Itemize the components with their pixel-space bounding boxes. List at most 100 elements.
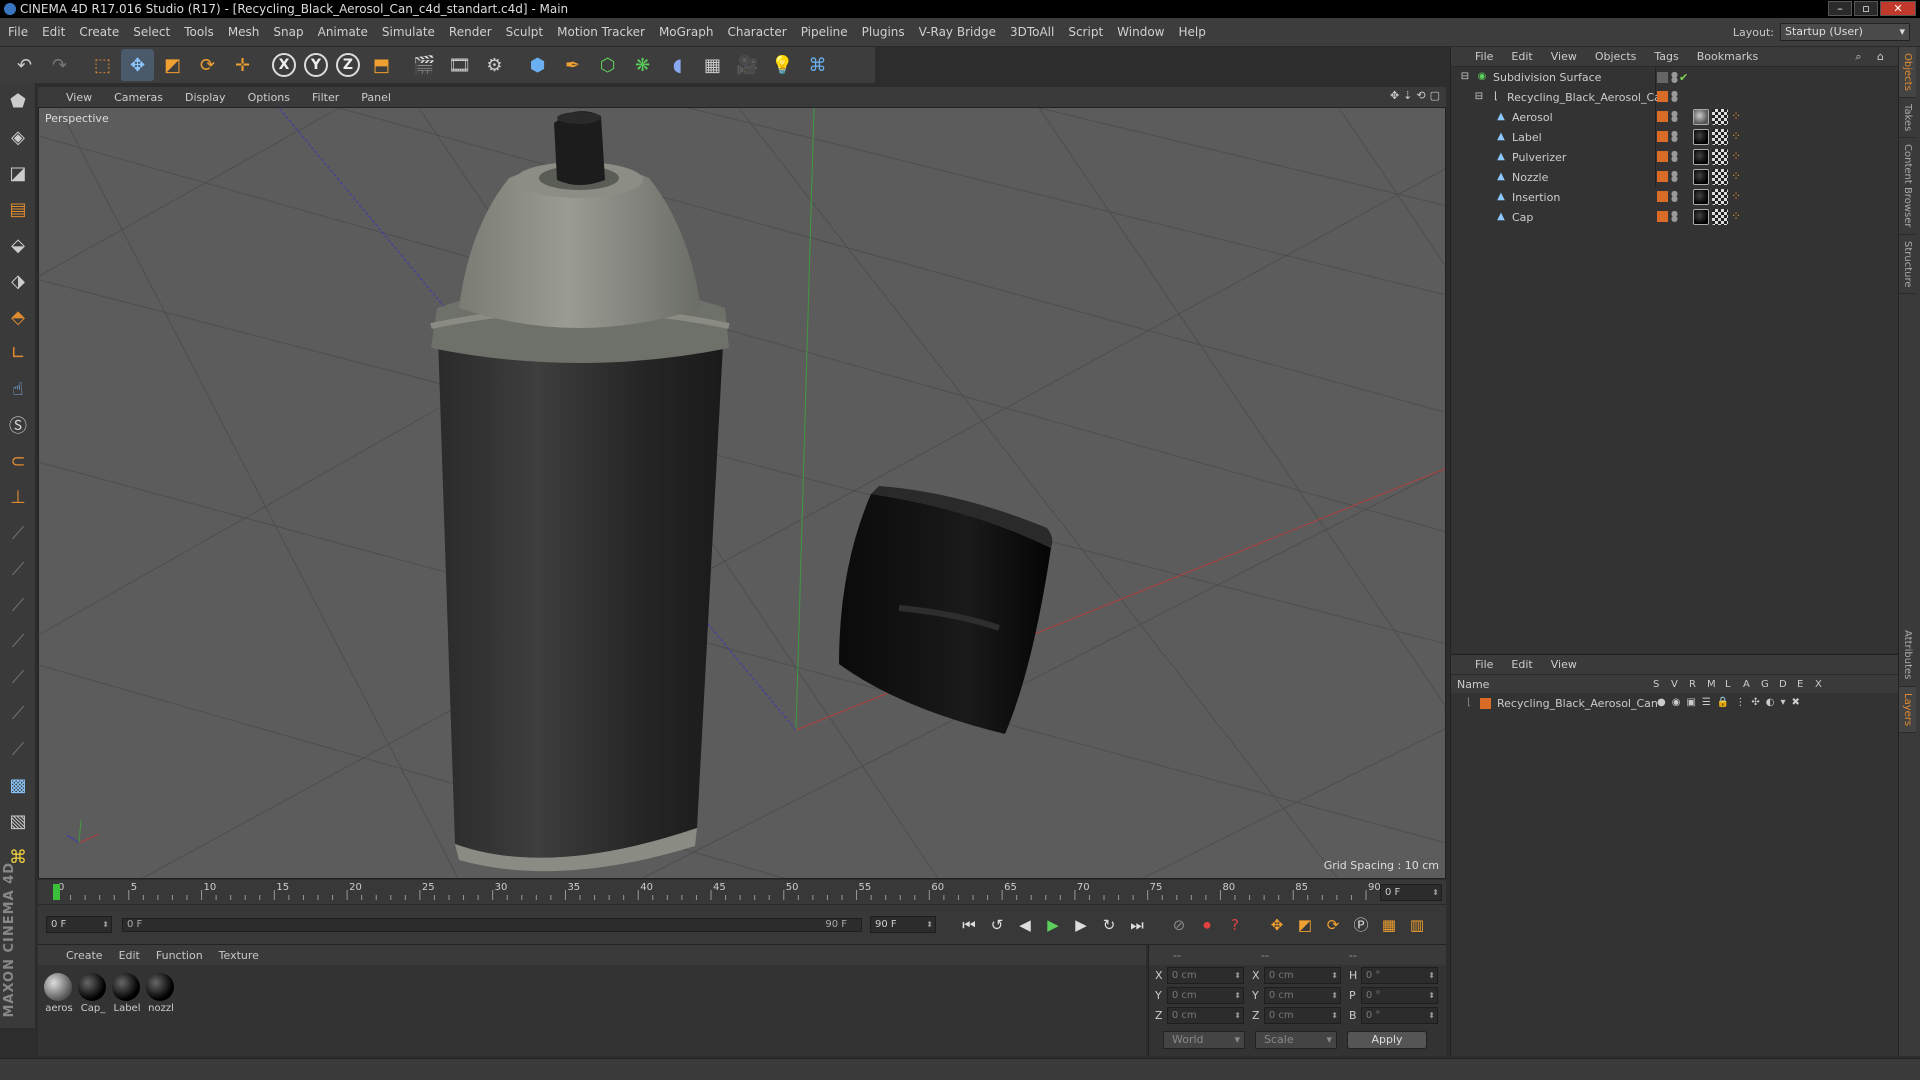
uvw-tag-icon[interactable] (1712, 209, 1728, 225)
tweak-mode-button[interactable]: ☝ (3, 374, 33, 404)
phong-tag-icon[interactable]: ⁘ (1731, 149, 1747, 165)
phong-tag-icon[interactable]: ⁘ (1731, 189, 1747, 205)
redo-button[interactable]: ↷ (43, 49, 76, 81)
render-picture-viewer-button[interactable]: 🎞 (443, 49, 476, 81)
sculpt-brush-4-button[interactable]: ⟋ (3, 626, 33, 656)
sculpt-brush-3-button[interactable]: ⟋ (3, 590, 33, 620)
minimize-button[interactable]: – (1828, 1, 1852, 16)
menu-render[interactable]: Render (449, 25, 492, 39)
sculpt-brush-2-button[interactable]: ⟋ (3, 554, 33, 584)
render-toggle-icon[interactable]: ▣ (1686, 697, 1695, 708)
record-parameter-button[interactable]: Ⓟ (1348, 912, 1374, 938)
visibility-dots-icon[interactable]: ● ● (1671, 90, 1678, 103)
material-tag-icon[interactable] (1693, 189, 1709, 205)
object-row-label[interactable]: ▲ Label ● ● ⁘ (1451, 127, 1898, 147)
go-to-end-button[interactable]: ⏭ (1124, 912, 1150, 938)
add-camera-button[interactable]: 🎥 (731, 49, 764, 81)
tab-content-browser[interactable]: Content Browser (1899, 138, 1916, 235)
layer-color-icon[interactable] (1657, 191, 1668, 202)
phong-tag-icon[interactable]: ⁘ (1731, 169, 1747, 185)
play-forward-button[interactable]: ▶ (1040, 912, 1066, 938)
viewport-menu-display[interactable]: Display (185, 91, 226, 104)
menu-simulate[interactable]: Simulate (382, 25, 435, 39)
layer-color-icon[interactable] (1657, 131, 1668, 142)
layers-menu-view[interactable]: View (1551, 658, 1577, 671)
size-y-field[interactable]: 0 cm (1263, 986, 1341, 1004)
frame-range-slider[interactable]: 0 F 90 F (122, 917, 862, 932)
menu-character[interactable]: Character (727, 25, 786, 39)
uvw-tag-icon[interactable] (1712, 149, 1728, 165)
material-menu-function[interactable]: Function (156, 949, 203, 962)
x-axis-lock-button[interactable]: X (269, 49, 299, 81)
menu-create[interactable]: Create (79, 25, 119, 39)
record-pla-button[interactable]: ▦ (1376, 912, 1402, 938)
menu-3dtoall[interactable]: 3DToAll (1010, 25, 1054, 39)
tab-structure[interactable]: Structure (1899, 235, 1916, 295)
timeline-window-button[interactable]: ▥ (1404, 912, 1430, 938)
object-row-subdivision-surface[interactable]: ⊟ ◉ Subdivision Surface ● ● ✔ (1451, 67, 1898, 87)
position-z-field[interactable]: 0 cm (1166, 1006, 1244, 1024)
model-mode-button[interactable]: ◈ (3, 122, 33, 152)
layer-row[interactable]: ⌊ Recycling_Black_Aerosol_Can ● ◉ ▣ ☰ 🔒 … (1451, 693, 1898, 713)
objects-menu-tags[interactable]: Tags (1654, 50, 1678, 63)
close-button[interactable]: ✕ (1880, 1, 1916, 16)
phong-tag-icon[interactable]: ⁘ (1731, 209, 1747, 225)
coordinate-space-select[interactable]: World (1163, 1031, 1245, 1049)
expression-toggle-icon[interactable]: ▾ (1780, 697, 1785, 708)
collapse-icon[interactable]: ⊟ (1459, 71, 1471, 83)
viewport-menu-cameras[interactable]: Cameras (114, 91, 163, 104)
make-editable-button[interactable]: ⬟ (3, 86, 33, 116)
object-row-group[interactable]: ⊟ ⌊ Recycling_Black_Aerosol_Can ● ● (1451, 87, 1898, 107)
rotation-p-field[interactable]: 0 ° (1360, 986, 1438, 1004)
record-active-objects-button[interactable]: ⏺ (1194, 912, 1220, 938)
object-row-nozzle[interactable]: ▲ Nozzle ● ● ⁘ (1451, 167, 1898, 187)
visibility-dots-icon[interactable]: ● ● (1671, 210, 1678, 223)
menu-motion-tracker[interactable]: Motion Tracker (557, 25, 645, 39)
material-tag-icon[interactable] (1693, 209, 1709, 225)
layer-color-icon[interactable] (1657, 72, 1668, 83)
snap-button[interactable]: Ⓢ (3, 410, 33, 440)
phong-tag-icon[interactable]: ⁘ (1731, 129, 1747, 145)
objects-menu-file[interactable]: File (1475, 50, 1493, 63)
enabled-check-icon[interactable]: ✔ (1679, 71, 1688, 84)
edit-render-settings-button[interactable]: ⚙ (478, 49, 511, 81)
dolly-view-icon[interactable]: ⇣ (1403, 89, 1412, 102)
layers-menu-edit[interactable]: Edit (1511, 658, 1532, 671)
objects-menu-bookmarks[interactable]: Bookmarks (1697, 50, 1758, 63)
menu-mograph[interactable]: MoGraph (659, 25, 714, 39)
size-x-field[interactable]: 0 cm (1263, 966, 1341, 984)
menu-mesh[interactable]: Mesh (228, 25, 260, 39)
workplane-lock-button[interactable]: ▧ (3, 806, 33, 836)
tab-attributes[interactable]: Attributes (1899, 624, 1916, 687)
layer-color-icon[interactable] (1657, 211, 1668, 222)
uvw-tag-icon[interactable] (1712, 189, 1728, 205)
sculpt-brush-6-button[interactable]: ⟋ (3, 698, 33, 728)
objects-menu-view[interactable]: View (1551, 50, 1577, 63)
visibility-dots-icon[interactable]: ● ● (1671, 130, 1678, 143)
render-view-button[interactable]: 🎬 (408, 49, 441, 81)
layer-color-icon[interactable] (1657, 91, 1668, 102)
visibility-dots-icon[interactable]: ● ● (1671, 190, 1678, 203)
position-x-field[interactable]: 0 cm (1166, 966, 1244, 984)
go-to-next-key-button[interactable]: ↻ (1096, 912, 1122, 938)
menu-pipeline[interactable]: Pipeline (801, 25, 848, 39)
visibility-dots-icon[interactable]: ● ● (1671, 170, 1678, 183)
go-to-previous-frame-button[interactable]: ◀ (1012, 912, 1038, 938)
go-to-start-button[interactable]: ⏮ (956, 912, 982, 938)
tab-objects[interactable]: Objects (1899, 47, 1916, 98)
rotate-tool-button[interactable]: ⟳ (191, 49, 224, 81)
transform-tool-button[interactable]: ✛ (226, 49, 259, 81)
maximize-view-icon[interactable]: ▢ (1430, 89, 1440, 102)
axis-mode-button[interactable]: ∟ (3, 338, 33, 368)
start-frame-field[interactable]: 0 F (46, 916, 112, 933)
sculpt-brush-5-button[interactable]: ⟋ (3, 662, 33, 692)
record-scale-button[interactable]: ◩ (1292, 912, 1318, 938)
menu-animate[interactable]: Animate (318, 25, 368, 39)
tab-takes[interactable]: Takes (1899, 98, 1916, 139)
material-swatch[interactable]: Label (112, 973, 142, 1014)
menu-edit[interactable]: Edit (42, 25, 65, 39)
animation-toggle-icon[interactable]: ⋮ (1735, 697, 1745, 708)
record-keys-button[interactable]: ⊘ (1166, 912, 1192, 938)
material-tag-icon[interactable] (1693, 169, 1709, 185)
uvw-tag-icon[interactable] (1712, 129, 1728, 145)
